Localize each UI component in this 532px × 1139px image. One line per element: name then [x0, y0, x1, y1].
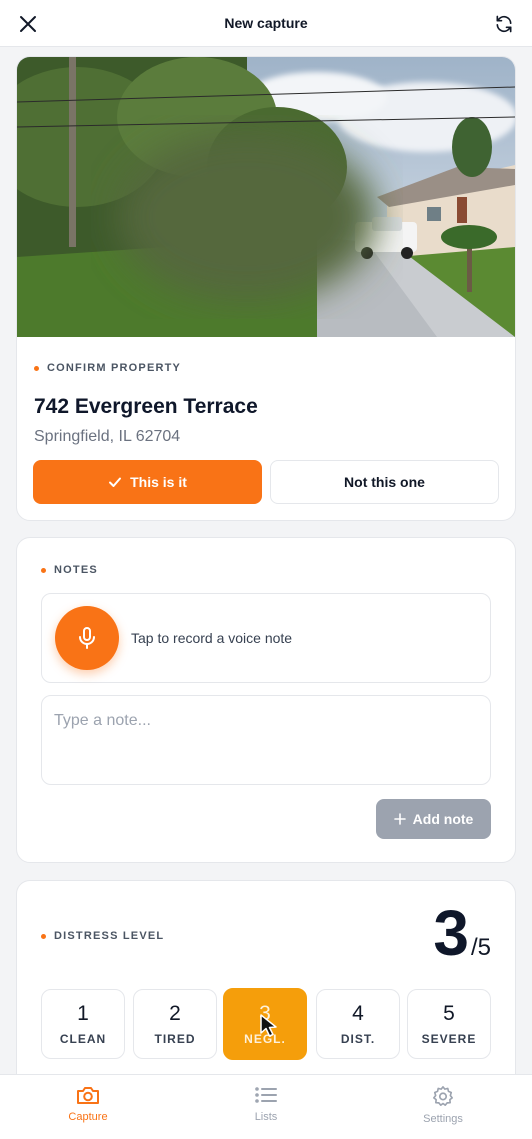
refresh-icon — [496, 15, 512, 33]
voice-note-recorder[interactable]: Tap to record a voice note — [41, 593, 491, 683]
confirm-property-button[interactable]: This is it — [33, 460, 262, 504]
accent-dot — [41, 933, 46, 939]
level-option-4[interactable]: 4 DIST. — [316, 989, 400, 1059]
close-icon — [20, 16, 36, 32]
add-note-button[interactable]: Add note — [376, 799, 491, 839]
list-icon — [255, 1087, 277, 1103]
property-card: CONFIRM PROPERTY 742 Evergreen Terrace S… — [16, 56, 516, 521]
note-text-input[interactable] — [41, 695, 491, 785]
score-max: /5 — [470, 934, 491, 961]
distress-level-label: DISTRESS LEVEL — [41, 930, 164, 942]
accent-dot — [41, 567, 46, 573]
level-option-3[interactable]: 3 NEGL. — [223, 988, 307, 1060]
close-button[interactable] — [13, 9, 43, 39]
distress-level-selector: 1 CLEAN 2 TIRED 3 NEGL. 4 DIST. 5 SEVERE — [41, 988, 491, 1061]
level-option-5[interactable]: 5 SEVERE — [407, 989, 491, 1059]
bottom-navigation: Capture Lists Settings — [0, 1074, 532, 1139]
property-address: 742 Evergreen Terrace — [34, 395, 258, 418]
top-bar: New capture — [0, 0, 532, 47]
voice-note-prompt: Tap to record a voice note — [131, 630, 293, 646]
level-option-1[interactable]: 1 CLEAN — [41, 989, 125, 1059]
capture-screen: New capture CONFIRM PROPERTY 742 Evergre… — [0, 0, 532, 1139]
record-button[interactable] — [55, 606, 119, 670]
nav-item-capture[interactable]: Capture — [28, 1085, 148, 1133]
distress-score: 3 /5 — [433, 901, 491, 965]
nav-item-lists[interactable]: Lists — [206, 1085, 326, 1133]
confirm-property-label: CONFIRM PROPERTY — [34, 362, 181, 374]
property-city: Springfield, IL 62704 — [34, 428, 181, 445]
score-value: 3 — [433, 897, 469, 969]
nav-item-settings[interactable]: Settings — [383, 1085, 503, 1133]
plus-icon — [393, 813, 406, 825]
reject-property-button[interactable]: Not this one — [270, 460, 499, 504]
accent-dot — [34, 365, 39, 371]
notes-card: NOTES Tap to record a voice note Add not… — [16, 537, 516, 863]
street-view-photo — [17, 57, 515, 337]
refresh-button[interactable] — [489, 9, 519, 39]
level-option-2[interactable]: 2 TIRED — [133, 989, 217, 1059]
camera-icon — [77, 1087, 99, 1104]
page-title: New capture — [224, 15, 308, 31]
check-icon — [109, 477, 122, 487]
gear-icon — [433, 1086, 453, 1106]
notes-label: NOTES — [41, 564, 98, 576]
microphone-icon — [79, 627, 95, 649]
